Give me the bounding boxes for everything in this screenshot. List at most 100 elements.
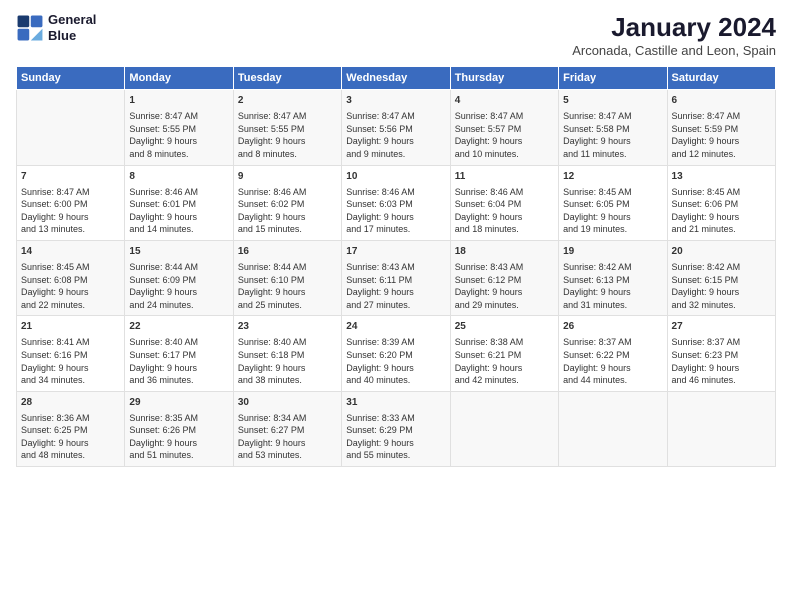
calendar-cell: 2 Sunrise: 8:47 AM Sunset: 5:55 PM Daylig… <box>233 90 341 165</box>
cell-content: Sunrise: 8:46 AM Sunset: 6:04 PM Dayligh… <box>455 187 524 235</box>
cell-content: Sunrise: 8:47 AM Sunset: 6:00 PM Dayligh… <box>21 187 90 235</box>
calendar-cell: 9 Sunrise: 8:46 AM Sunset: 6:02 PM Daylig… <box>233 165 341 240</box>
calendar-cell: 25 Sunrise: 8:38 AM Sunset: 6:21 PM Dayli… <box>450 316 558 391</box>
logo-icon <box>16 14 44 42</box>
cell-content: Sunrise: 8:36 AM Sunset: 6:25 PM Dayligh… <box>21 413 90 461</box>
cell-content: Sunrise: 8:41 AM Sunset: 6:16 PM Dayligh… <box>21 337 90 385</box>
day-number: 16 <box>238 245 337 259</box>
day-number: 7 <box>21 170 120 184</box>
calendar-cell: 31 Sunrise: 8:33 AM Sunset: 6:29 PM Dayli… <box>342 391 450 466</box>
col-header-thursday: Thursday <box>450 67 558 90</box>
col-header-saturday: Saturday <box>667 67 775 90</box>
day-number: 5 <box>563 94 662 108</box>
calendar-cell: 22 Sunrise: 8:40 AM Sunset: 6:17 PM Dayli… <box>125 316 233 391</box>
calendar-cell: 1 Sunrise: 8:47 AM Sunset: 5:55 PM Daylig… <box>125 90 233 165</box>
day-number: 21 <box>21 320 120 334</box>
day-number: 2 <box>238 94 337 108</box>
calendar-cell: 17 Sunrise: 8:43 AM Sunset: 6:11 PM Dayli… <box>342 240 450 315</box>
calendar-cell <box>17 90 125 165</box>
calendar-cell: 11 Sunrise: 8:46 AM Sunset: 6:04 PM Dayli… <box>450 165 558 240</box>
calendar-cell: 8 Sunrise: 8:46 AM Sunset: 6:01 PM Daylig… <box>125 165 233 240</box>
day-number: 13 <box>672 170 771 184</box>
calendar-cell: 20 Sunrise: 8:42 AM Sunset: 6:15 PM Dayli… <box>667 240 775 315</box>
week-row-5: 28Sunrise: 8:36 AM Sunset: 6:25 PM Dayli… <box>17 391 776 466</box>
week-row-3: 14 Sunrise: 8:45 AM Sunset: 6:08 PM Dayli… <box>17 240 776 315</box>
calendar-cell: 30 Sunrise: 8:34 AM Sunset: 6:27 PM Dayli… <box>233 391 341 466</box>
cell-content: Sunrise: 8:46 AM Sunset: 6:01 PM Dayligh… <box>129 187 198 235</box>
cell-content: Sunrise: 8:45 AM Sunset: 6:08 PM Dayligh… <box>21 262 90 310</box>
cell-content: Sunrise: 8:43 AM Sunset: 6:11 PM Dayligh… <box>346 262 415 310</box>
logo: General Blue <box>16 12 96 43</box>
col-header-friday: Friday <box>559 67 667 90</box>
cell-content: Sunrise: 8:37 AM Sunset: 6:22 PM Dayligh… <box>563 337 632 385</box>
calendar-cell: 24 Sunrise: 8:39 AM Sunset: 6:20 PM Dayli… <box>342 316 450 391</box>
calendar-cell: 26Sunrise: 8:37 AM Sunset: 6:22 PM Dayli… <box>559 316 667 391</box>
cell-content: Sunrise: 8:47 AM Sunset: 5:57 PM Dayligh… <box>455 111 524 159</box>
calendar-cell: 23Sunrise: 8:40 AM Sunset: 6:18 PM Dayli… <box>233 316 341 391</box>
subtitle: Arconada, Castille and Leon, Spain <box>572 43 776 58</box>
day-number: 22 <box>129 320 228 334</box>
day-number: 25 <box>455 320 554 334</box>
day-number: 19 <box>563 245 662 259</box>
day-number: 8 <box>129 170 228 184</box>
day-number: 9 <box>238 170 337 184</box>
cell-content: Sunrise: 8:42 AM Sunset: 6:13 PM Dayligh… <box>563 262 632 310</box>
calendar-cell: 15Sunrise: 8:44 AM Sunset: 6:09 PM Dayli… <box>125 240 233 315</box>
cell-content: Sunrise: 8:39 AM Sunset: 6:20 PM Dayligh… <box>346 337 415 385</box>
day-number: 18 <box>455 245 554 259</box>
calendar-cell: 7 Sunrise: 8:47 AM Sunset: 6:00 PM Daylig… <box>17 165 125 240</box>
cell-content: Sunrise: 8:42 AM Sunset: 6:15 PM Dayligh… <box>672 262 741 310</box>
calendar-cell: 18 Sunrise: 8:43 AM Sunset: 6:12 PM Dayli… <box>450 240 558 315</box>
cell-content: Sunrise: 8:33 AM Sunset: 6:29 PM Dayligh… <box>346 413 415 461</box>
day-number: 30 <box>238 396 337 410</box>
cell-content: Sunrise: 8:34 AM Sunset: 6:27 PM Dayligh… <box>238 413 307 461</box>
day-number: 15 <box>129 245 228 259</box>
cell-content: Sunrise: 8:38 AM Sunset: 6:21 PM Dayligh… <box>455 337 524 385</box>
day-number: 10 <box>346 170 445 184</box>
day-number: 27 <box>672 320 771 334</box>
day-number: 17 <box>346 245 445 259</box>
calendar-cell <box>450 391 558 466</box>
main-title: January 2024 <box>572 12 776 43</box>
cell-content: Sunrise: 8:35 AM Sunset: 6:26 PM Dayligh… <box>129 413 198 461</box>
cell-content: Sunrise: 8:46 AM Sunset: 6:02 PM Dayligh… <box>238 187 307 235</box>
calendar-table: SundayMondayTuesdayWednesdayThursdayFrid… <box>16 66 776 467</box>
header-row: SundayMondayTuesdayWednesdayThursdayFrid… <box>17 67 776 90</box>
calendar-cell: 13 Sunrise: 8:45 AM Sunset: 6:06 PM Dayli… <box>667 165 775 240</box>
cell-content: Sunrise: 8:43 AM Sunset: 6:12 PM Dayligh… <box>455 262 524 310</box>
cell-content: Sunrise: 8:40 AM Sunset: 6:17 PM Dayligh… <box>129 337 198 385</box>
day-number: 11 <box>455 170 554 184</box>
cell-content: Sunrise: 8:47 AM Sunset: 5:55 PM Dayligh… <box>238 111 307 159</box>
day-number: 4 <box>455 94 554 108</box>
calendar-cell <box>559 391 667 466</box>
cell-content: Sunrise: 8:45 AM Sunset: 6:06 PM Dayligh… <box>672 187 741 235</box>
calendar-cell: 5Sunrise: 8:47 AM Sunset: 5:58 PM Daylig… <box>559 90 667 165</box>
day-number: 1 <box>129 94 228 108</box>
calendar-cell: 16 Sunrise: 8:44 AM Sunset: 6:10 PM Dayli… <box>233 240 341 315</box>
calendar-cell: 12Sunrise: 8:45 AM Sunset: 6:05 PM Dayli… <box>559 165 667 240</box>
day-number: 31 <box>346 396 445 410</box>
calendar-cell: 14 Sunrise: 8:45 AM Sunset: 6:08 PM Dayli… <box>17 240 125 315</box>
col-header-wednesday: Wednesday <box>342 67 450 90</box>
calendar-cell: 21 Sunrise: 8:41 AM Sunset: 6:16 PM Dayli… <box>17 316 125 391</box>
cell-content: Sunrise: 8:47 AM Sunset: 5:55 PM Dayligh… <box>129 111 198 159</box>
day-number: 14 <box>21 245 120 259</box>
calendar-cell: 6Sunrise: 8:47 AM Sunset: 5:59 PM Daylig… <box>667 90 775 165</box>
day-number: 20 <box>672 245 771 259</box>
logo-text: General Blue <box>48 12 96 43</box>
calendar-cell: 10Sunrise: 8:46 AM Sunset: 6:03 PM Dayli… <box>342 165 450 240</box>
day-number: 29 <box>129 396 228 410</box>
week-row-1: 1 Sunrise: 8:47 AM Sunset: 5:55 PM Daylig… <box>17 90 776 165</box>
title-block: January 2024 Arconada, Castille and Leon… <box>572 12 776 58</box>
cell-content: Sunrise: 8:44 AM Sunset: 6:10 PM Dayligh… <box>238 262 307 310</box>
week-row-4: 21 Sunrise: 8:41 AM Sunset: 6:16 PM Dayli… <box>17 316 776 391</box>
day-number: 24 <box>346 320 445 334</box>
day-number: 3 <box>346 94 445 108</box>
calendar-cell <box>667 391 775 466</box>
calendar-cell: 27Sunrise: 8:37 AM Sunset: 6:23 PM Dayli… <box>667 316 775 391</box>
col-header-monday: Monday <box>125 67 233 90</box>
week-row-2: 7 Sunrise: 8:47 AM Sunset: 6:00 PM Daylig… <box>17 165 776 240</box>
col-header-sunday: Sunday <box>17 67 125 90</box>
col-header-tuesday: Tuesday <box>233 67 341 90</box>
day-number: 23 <box>238 320 337 334</box>
